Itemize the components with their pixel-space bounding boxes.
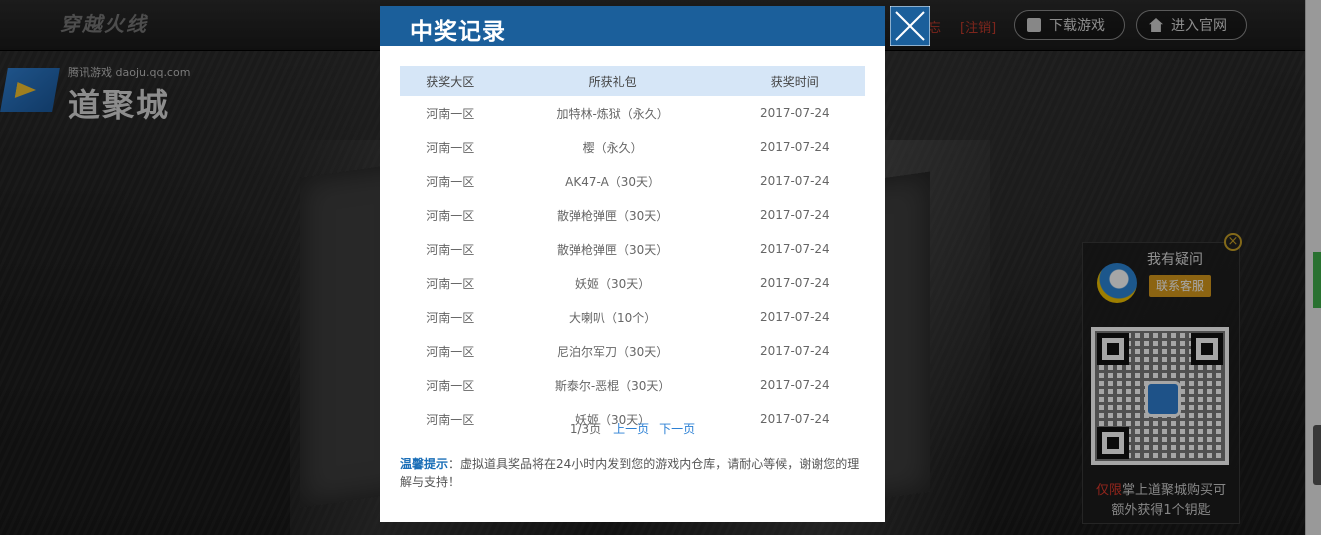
cell-time: 2017-07-24 <box>759 174 830 188</box>
close-icon <box>890 6 930 46</box>
cell-gift: 尼泊尔军刀（30天） <box>556 344 669 359</box>
cell-gift: 加特林-炼狱（永久） <box>556 106 669 121</box>
column-header-time: 获奖时间 <box>724 66 865 96</box>
table-row: 河南一区 斯泰尔-恶棍（30天） 2017-07-24 <box>400 368 865 402</box>
cell-gift: 妖姬（30天） <box>574 276 651 291</box>
cell-area: 河南一区 <box>426 106 475 121</box>
cell-time: 2017-07-24 <box>759 242 830 256</box>
prize-record-modal: 中奖记录 获奖大区 所获礼包 获奖时间 河南一区 加特林-炼狱（永久） 2017… <box>380 6 930 522</box>
cell-time: 2017-07-24 <box>759 344 830 358</box>
prize-record-table: 获奖大区 所获礼包 获奖时间 河南一区 加特林-炼狱（永久） 2017-07-2… <box>400 66 865 436</box>
table-row: 河南一区 大喇叭（10个） 2017-07-24 <box>400 300 865 334</box>
tip-text: ：虚拟道具奖品将在24小时内发到您的游戏内仓库，请耐心等候，谢谢您的理解与支持！ <box>400 457 860 489</box>
notice-tip: 温馨提示：虚拟道具奖品将在24小时内发到您的游戏内仓库，请耐心等候，谢谢您的理解… <box>400 455 865 491</box>
column-header-area: 获奖大区 <box>400 66 501 96</box>
next-page-link[interactable]: 下一页 <box>659 422 695 436</box>
cell-time: 2017-07-24 <box>759 310 830 324</box>
cell-time: 2017-07-24 <box>759 140 830 154</box>
cell-area: 河南一区 <box>426 140 475 155</box>
cell-time: 2017-07-24 <box>759 378 830 392</box>
modal-close-button[interactable] <box>890 6 930 46</box>
cell-gift: 散弹枪弹匣（30天） <box>556 208 669 223</box>
table-row: 河南一区 散弹枪弹匣（30天） 2017-07-24 <box>400 198 865 232</box>
cell-area: 河南一区 <box>426 208 475 223</box>
table-row: 河南一区 樱（永久） 2017-07-24 <box>400 130 865 164</box>
table-row: 河南一区 AK47-A（30天） 2017-07-24 <box>400 164 865 198</box>
table-row: 河南一区 加特林-炼狱（永久） 2017-07-24 <box>400 96 865 130</box>
table-row: 河南一区 尼泊尔军刀（30天） 2017-07-24 <box>400 334 865 368</box>
cell-area: 河南一区 <box>426 378 475 393</box>
cell-area: 河南一区 <box>426 242 475 257</box>
cell-time: 2017-07-24 <box>759 208 830 222</box>
prev-page-link[interactable]: 上一页 <box>613 422 649 436</box>
pagination: 1/3页 上一页 下一页 <box>380 420 885 437</box>
cell-time: 2017-07-24 <box>759 106 830 120</box>
column-header-gift: 所获礼包 <box>500 66 725 96</box>
cell-area: 河南一区 <box>426 310 475 325</box>
page-indicator: 1/3页 <box>569 422 602 436</box>
table-row: 河南一区 妖姬（30天） 2017-07-24 <box>400 266 865 300</box>
tip-label: 温馨提示 <box>400 457 449 471</box>
cell-area: 河南一区 <box>426 174 475 189</box>
cell-time: 2017-07-24 <box>759 276 830 290</box>
modal-title: 中奖记录 <box>410 19 506 45</box>
cell-gift: AK47-A（30天） <box>565 174 661 189</box>
cell-area: 河南一区 <box>426 276 475 291</box>
table-header-row: 获奖大区 所获礼包 获奖时间 <box>400 66 865 96</box>
cell-gift: 斯泰尔-恶棍（30天） <box>554 378 671 393</box>
cell-gift: 樱（永久） <box>582 140 643 155</box>
cell-area: 河南一区 <box>426 344 475 359</box>
modal-header: 中奖记录 <box>380 6 885 46</box>
cell-gift: 散弹枪弹匣（30天） <box>556 242 669 257</box>
cell-gift: 大喇叭（10个） <box>568 310 657 325</box>
table-row: 河南一区 散弹枪弹匣（30天） 2017-07-24 <box>400 232 865 266</box>
